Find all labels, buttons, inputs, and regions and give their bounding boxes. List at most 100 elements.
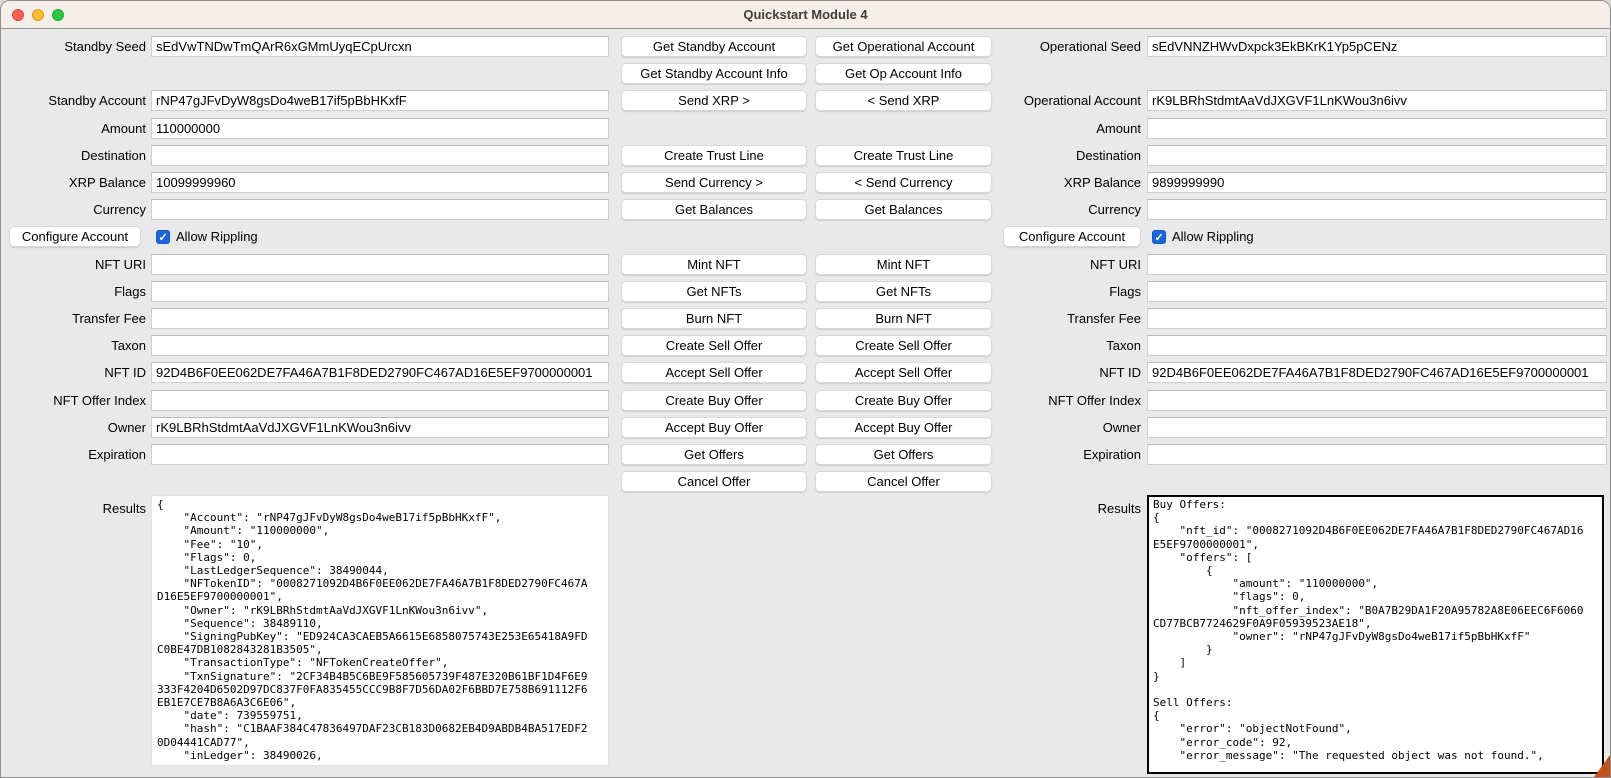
- operational-account-input[interactable]: [1147, 90, 1607, 111]
- operational-nft-offer-index-label: NFT Offer Index: [976, 390, 1141, 411]
- standby-create-buy-offer-button[interactable]: Create Buy Offer: [621, 390, 807, 411]
- operational-create-sell-offer-button[interactable]: Create Sell Offer: [815, 335, 992, 356]
- operational-get-nfts-button[interactable]: Get NFTs: [815, 281, 992, 302]
- standby-owner-label: Owner: [1, 417, 146, 438]
- send-currency-left-button[interactable]: < Send Currency: [815, 172, 992, 193]
- standby-account-label: Standby Account: [1, 90, 146, 111]
- standby-expiration-input[interactable]: [151, 444, 609, 465]
- standby-seed-input[interactable]: [151, 36, 609, 57]
- operational-create-buy-offer-button[interactable]: Create Buy Offer: [815, 390, 992, 411]
- standby-get-offers-button[interactable]: Get Offers: [621, 444, 807, 465]
- standby-results-label: Results: [1, 498, 146, 519]
- standby-accept-sell-offer-button[interactable]: Accept Sell Offer: [621, 362, 807, 383]
- operational-transfer-fee-label: Transfer Fee: [976, 308, 1141, 329]
- standby-results-text: { "Account": "rNP47gJFvDyW8gsDo4weB17if5…: [152, 496, 608, 764]
- operational-owner-label: Owner: [976, 417, 1141, 438]
- standby-create-sell-offer-button[interactable]: Create Sell Offer: [621, 335, 807, 356]
- operational-taxon-input[interactable]: [1147, 335, 1607, 356]
- operational-results-label: Results: [976, 498, 1141, 519]
- operational-flags-label: Flags: [976, 281, 1141, 302]
- standby-get-nfts-button[interactable]: Get NFTs: [621, 281, 807, 302]
- operational-destination-input[interactable]: [1147, 145, 1607, 166]
- operational-burn-nft-button[interactable]: Burn NFT: [815, 308, 992, 329]
- operational-mint-nft-button[interactable]: Mint NFT: [815, 254, 992, 275]
- standby-nft-uri-label: NFT URI: [1, 254, 146, 275]
- operational-cancel-offer-button[interactable]: Cancel Offer: [815, 471, 992, 492]
- standby-flags-label: Flags: [1, 281, 146, 302]
- operational-results-text: Buy Offers: { "nft_id": "0008271092D4B6F…: [1149, 497, 1602, 763]
- operational-nft-id-input[interactable]: [1147, 362, 1607, 383]
- standby-owner-input[interactable]: [151, 417, 609, 438]
- standby-accept-buy-offer-button[interactable]: Accept Buy Offer: [621, 417, 807, 438]
- operational-accept-buy-offer-button[interactable]: Accept Buy Offer: [815, 417, 992, 438]
- standby-currency-label: Currency: [1, 199, 146, 220]
- standby-cancel-offer-button[interactable]: Cancel Offer: [621, 471, 807, 492]
- get-operational-account-button[interactable]: Get Operational Account: [815, 36, 992, 57]
- operational-get-balances-button[interactable]: Get Balances: [815, 199, 992, 220]
- operational-nft-uri-input[interactable]: [1147, 254, 1607, 275]
- operational-flags-input[interactable]: [1147, 281, 1607, 302]
- window-title: Quickstart Module 4: [1, 1, 1610, 29]
- operational-configure-account-button[interactable]: Configure Account: [1003, 226, 1141, 247]
- standby-results-textarea[interactable]: { "Account": "rNP47gJFvDyW8gsDo4weB17if5…: [151, 495, 609, 766]
- corner-fold-decoration: [1594, 755, 1610, 777]
- standby-flags-input[interactable]: [151, 281, 609, 302]
- operational-nft-id-label: NFT ID: [976, 362, 1141, 383]
- standby-xrp-balance-label: XRP Balance: [1, 172, 146, 193]
- standby-destination-label: Destination: [1, 145, 146, 166]
- standby-taxon-label: Taxon: [1, 335, 146, 356]
- standby-nft-offer-index-label: NFT Offer Index: [1, 390, 146, 411]
- standby-destination-input[interactable]: [151, 145, 609, 166]
- standby-seed-label: Standby Seed: [1, 36, 146, 57]
- operational-results-textarea[interactable]: Buy Offers: { "nft_id": "0008271092D4B6F…: [1147, 495, 1604, 774]
- standby-get-balances-button[interactable]: Get Balances: [621, 199, 807, 220]
- standby-xrp-balance-input[interactable]: [151, 172, 609, 193]
- operational-amount-input[interactable]: [1147, 118, 1607, 139]
- standby-nft-id-label: NFT ID: [1, 362, 146, 383]
- send-xrp-left-button[interactable]: < Send XRP: [815, 90, 992, 111]
- title-bar: Quickstart Module 4: [1, 1, 1610, 29]
- standby-mint-nft-button[interactable]: Mint NFT: [621, 254, 807, 275]
- operational-expiration-input[interactable]: [1147, 444, 1607, 465]
- operational-destination-label: Destination: [976, 145, 1141, 166]
- standby-configure-account-button[interactable]: Configure Account: [9, 226, 141, 247]
- operational-allow-rippling-checkbox[interactable]: [1152, 230, 1166, 244]
- standby-nft-id-input[interactable]: [151, 362, 609, 383]
- standby-currency-input[interactable]: [151, 199, 609, 220]
- standby-create-trust-line-button[interactable]: Create Trust Line: [621, 145, 807, 166]
- operational-xrp-balance-input[interactable]: [1147, 172, 1607, 193]
- get-op-account-info-button[interactable]: Get Op Account Info: [815, 63, 992, 84]
- operational-get-offers-button[interactable]: Get Offers: [815, 444, 992, 465]
- send-xrp-right-button[interactable]: Send XRP >: [621, 90, 807, 111]
- standby-amount-input[interactable]: [151, 118, 609, 139]
- standby-expiration-label: Expiration: [1, 444, 146, 465]
- standby-amount-label: Amount: [1, 118, 146, 139]
- app-window: Quickstart Module 4 Standby Seed Standby…: [0, 0, 1611, 778]
- operational-seed-label: Operational Seed: [976, 36, 1141, 57]
- standby-nft-uri-input[interactable]: [151, 254, 609, 275]
- standby-burn-nft-button[interactable]: Burn NFT: [621, 308, 807, 329]
- get-standby-account-button[interactable]: Get Standby Account: [621, 36, 807, 57]
- operational-owner-input[interactable]: [1147, 417, 1607, 438]
- standby-transfer-fee-label: Transfer Fee: [1, 308, 146, 329]
- operational-account-label: Operational Account: [976, 90, 1141, 111]
- standby-allow-rippling-label: Allow Rippling: [176, 226, 258, 247]
- operational-nft-offer-index-input[interactable]: [1147, 390, 1607, 411]
- get-standby-account-info-button[interactable]: Get Standby Account Info: [621, 63, 807, 84]
- operational-currency-label: Currency: [976, 199, 1141, 220]
- operational-xrp-balance-label: XRP Balance: [976, 172, 1141, 193]
- operational-accept-sell-offer-button[interactable]: Accept Sell Offer: [815, 362, 992, 383]
- operational-allow-rippling-label: Allow Rippling: [1172, 226, 1254, 247]
- operational-nft-uri-label: NFT URI: [976, 254, 1141, 275]
- standby-transfer-fee-input[interactable]: [151, 308, 609, 329]
- operational-expiration-label: Expiration: [976, 444, 1141, 465]
- operational-currency-input[interactable]: [1147, 199, 1607, 220]
- send-currency-right-button[interactable]: Send Currency >: [621, 172, 807, 193]
- standby-account-input[interactable]: [151, 90, 609, 111]
- standby-nft-offer-index-input[interactable]: [151, 390, 609, 411]
- standby-taxon-input[interactable]: [151, 335, 609, 356]
- operational-create-trust-line-button[interactable]: Create Trust Line: [815, 145, 992, 166]
- operational-seed-input[interactable]: [1147, 36, 1607, 57]
- standby-allow-rippling-checkbox[interactable]: [156, 230, 170, 244]
- operational-transfer-fee-input[interactable]: [1147, 308, 1607, 329]
